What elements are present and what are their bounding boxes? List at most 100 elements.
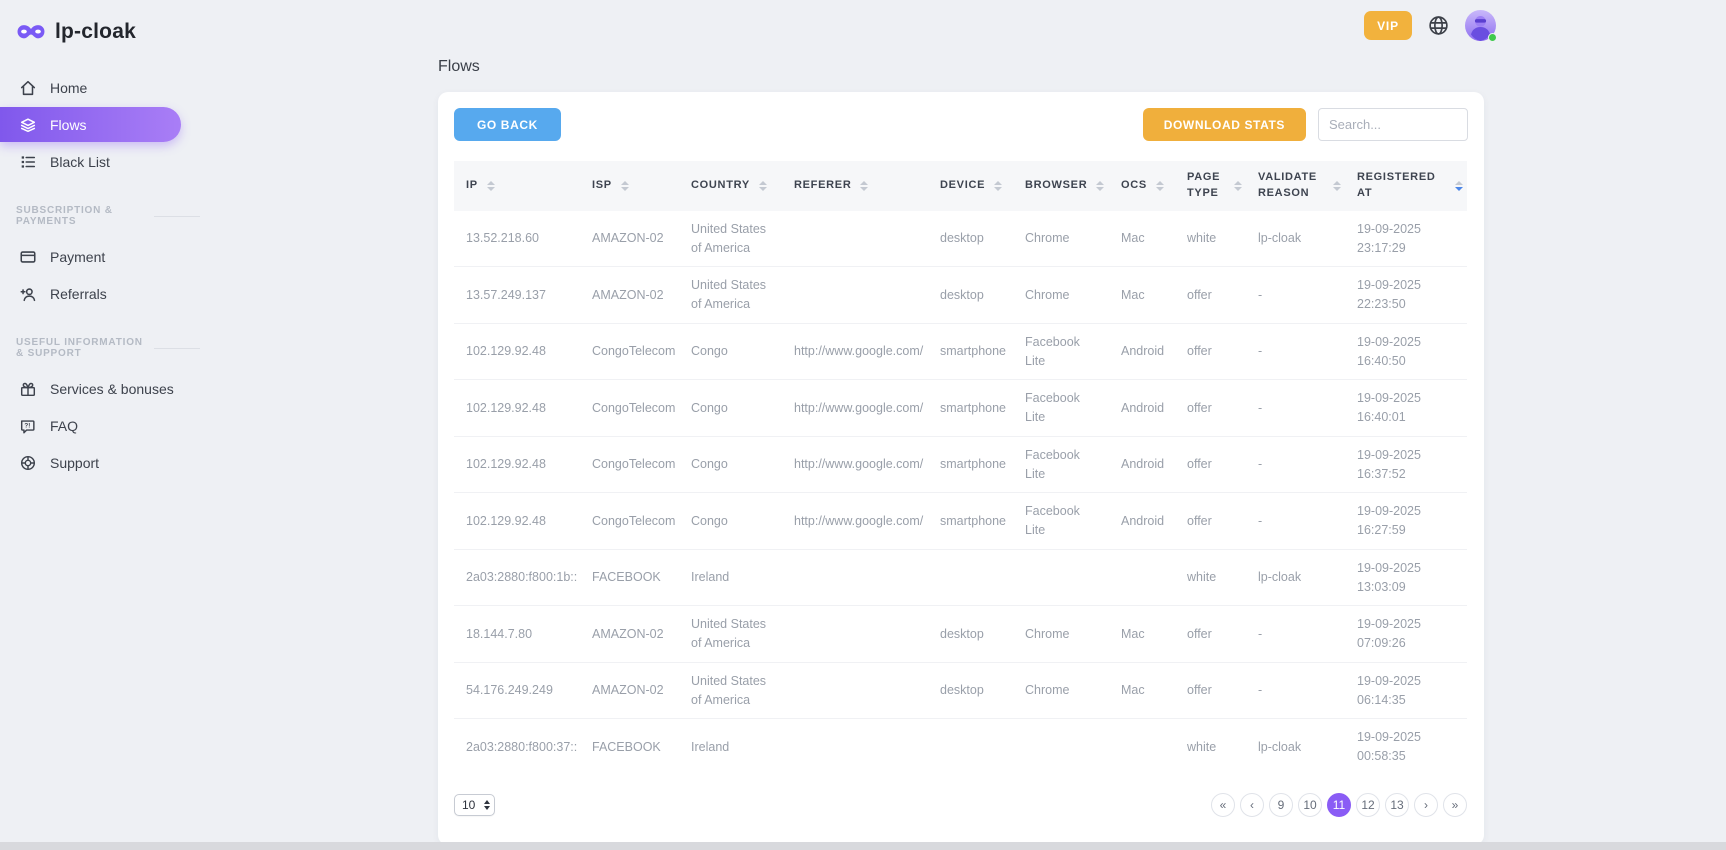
download-stats-button[interactable]: DOWNLOAD STATS bbox=[1143, 108, 1306, 141]
sort-icon[interactable] bbox=[487, 181, 495, 191]
cell-referer: http://www.google.com/ bbox=[782, 380, 928, 437]
avatar[interactable] bbox=[1465, 10, 1496, 41]
cell-referer: http://www.google.com/ bbox=[782, 436, 928, 493]
page-button-page-10[interactable]: 10 bbox=[1298, 793, 1322, 817]
cell-page_type: offer bbox=[1175, 323, 1246, 380]
page-size-select[interactable]: 10 bbox=[454, 794, 495, 816]
sort-icon[interactable] bbox=[1234, 181, 1242, 191]
sidebar-item-support[interactable]: Support bbox=[0, 445, 200, 480]
sort-icon[interactable] bbox=[994, 181, 1002, 191]
page-button-page-11[interactable]: 11 bbox=[1327, 793, 1351, 817]
column-label: PAGE TYPE bbox=[1187, 170, 1225, 202]
column-header-referer[interactable]: REFERER bbox=[782, 161, 928, 211]
sidebar-item-black-list[interactable]: Black List bbox=[0, 144, 200, 179]
search-input[interactable] bbox=[1318, 108, 1468, 141]
cell-device bbox=[928, 719, 1013, 775]
column-header-browser[interactable]: BROWSER bbox=[1013, 161, 1109, 211]
column-header-isp[interactable]: ISP bbox=[580, 161, 679, 211]
page-button-next[interactable]: › bbox=[1414, 793, 1438, 817]
cell-referer bbox=[782, 267, 928, 324]
table-row: 13.52.218.60AMAZON-02United States of Am… bbox=[454, 211, 1467, 267]
vip-button[interactable]: VIP bbox=[1364, 11, 1412, 40]
cell-isp: AMAZON-02 bbox=[580, 662, 679, 719]
sidebar: lp-cloak Home Flows Black List bbox=[0, 0, 200, 850]
cell-referer: http://www.google.com/ bbox=[782, 323, 928, 380]
sort-icon[interactable] bbox=[621, 181, 629, 191]
sort-icon[interactable] bbox=[1455, 181, 1463, 191]
page-button-first[interactable]: « bbox=[1211, 793, 1235, 817]
page-button-last[interactable]: » bbox=[1443, 793, 1467, 817]
cell-isp: FACEBOOK bbox=[580, 719, 679, 775]
cell-validate_reason: lp-cloak bbox=[1246, 549, 1345, 606]
page-button-page-12[interactable]: 12 bbox=[1356, 793, 1380, 817]
cell-page_type: white bbox=[1175, 719, 1246, 775]
cell-validate_reason: - bbox=[1246, 267, 1345, 324]
cell-country: Congo bbox=[679, 436, 782, 493]
sidebar-item-home[interactable]: Home bbox=[0, 70, 200, 105]
cell-browser bbox=[1013, 549, 1109, 606]
page-button-prev[interactable]: ‹ bbox=[1240, 793, 1264, 817]
language-globe-icon[interactable] bbox=[1427, 14, 1450, 37]
sidebar-item-flows[interactable]: Flows bbox=[0, 107, 181, 142]
sort-icon[interactable] bbox=[759, 181, 767, 191]
column-header-country[interactable]: COUNTRY bbox=[679, 161, 782, 211]
cell-registered_at: 19-09-202516:40:01 bbox=[1345, 380, 1467, 437]
cell-page_type: offer bbox=[1175, 436, 1246, 493]
brand-name: lp-cloak bbox=[55, 20, 136, 44]
cell-page_type: offer bbox=[1175, 267, 1246, 324]
cell-registered_at: 19-09-202516:27:59 bbox=[1345, 493, 1467, 550]
cell-validate_reason: lp-cloak bbox=[1246, 211, 1345, 267]
cell-registered_at: 19-09-202513:03:09 bbox=[1345, 549, 1467, 606]
window-edge bbox=[0, 842, 1726, 850]
cell-isp: CongoTelecom bbox=[580, 493, 679, 550]
table-body: 13.52.218.60AMAZON-02United States of Am… bbox=[454, 211, 1467, 775]
table-row: 102.129.92.48CongoTelecomCongohttp://www… bbox=[454, 380, 1467, 437]
cell-page_type: white bbox=[1175, 211, 1246, 267]
cell-validate_reason: - bbox=[1246, 323, 1345, 380]
cell-device: smartphone bbox=[928, 493, 1013, 550]
cell-browser: Chrome bbox=[1013, 606, 1109, 663]
sidebar-item-services[interactable]: Services & bonuses bbox=[0, 371, 200, 406]
section-label: USEFUL INFORMATION & SUPPORT bbox=[16, 337, 146, 359]
cell-ocs: Android bbox=[1109, 436, 1175, 493]
cell-browser: Chrome bbox=[1013, 267, 1109, 324]
cell-registered_at: 19-09-202516:40:50 bbox=[1345, 323, 1467, 380]
table-header-row: IPISP COUNTRY REFERERDEVICEBROWSEROCS PAGE … bbox=[454, 161, 1467, 211]
go-back-button[interactable]: GO BACK bbox=[454, 108, 561, 141]
column-header-validate-reason[interactable]: VALIDATE REASON bbox=[1246, 161, 1345, 211]
cell-registered_at: 19-09-202523:17:29 bbox=[1345, 211, 1467, 267]
sort-icon[interactable] bbox=[1333, 181, 1341, 191]
column-header-device[interactable]: DEVICE bbox=[928, 161, 1013, 211]
page-button-page-13[interactable]: 13 bbox=[1385, 793, 1409, 817]
column-label: VALIDATE REASON bbox=[1258, 170, 1324, 202]
section-label: SUBSCRIPTION & PAYMENTS bbox=[16, 205, 146, 227]
column-header-ip[interactable]: IP bbox=[454, 161, 580, 211]
cell-browser: Facebook Lite bbox=[1013, 436, 1109, 493]
brand-logo[interactable]: lp-cloak bbox=[0, 12, 200, 52]
sidebar-item-referrals[interactable]: Referrals bbox=[0, 276, 200, 311]
page-button-page-9[interactable]: 9 bbox=[1269, 793, 1293, 817]
topbar: VIP bbox=[1364, 10, 1496, 41]
main-content: Flows GO BACK DOWNLOAD STATS IPISPCOUNTR… bbox=[438, 58, 1484, 845]
cell-isp: AMAZON-02 bbox=[580, 267, 679, 324]
cell-device: desktop bbox=[928, 267, 1013, 324]
cell-registered_at: 19-09-202500:58:35 bbox=[1345, 719, 1467, 775]
sort-icon[interactable] bbox=[1156, 181, 1164, 191]
column-label: COUNTRY bbox=[691, 178, 750, 194]
sidebar-item-payment[interactable]: Payment bbox=[0, 239, 200, 274]
column-header-ocs[interactable]: OCS bbox=[1109, 161, 1175, 211]
sort-icon[interactable] bbox=[860, 181, 868, 191]
cell-country: United States of America bbox=[679, 211, 782, 267]
card-footer: 10 «‹910111213›» bbox=[454, 793, 1467, 817]
sort-icon[interactable] bbox=[1096, 181, 1104, 191]
sidebar-item-label: Services & bonuses bbox=[50, 381, 174, 397]
column-header-registered-at[interactable]: REGISTERED AT bbox=[1345, 161, 1467, 211]
column-header-page-type[interactable]: PAGE TYPE bbox=[1175, 161, 1246, 211]
mask-logo-icon bbox=[16, 23, 46, 42]
sidebar-item-faq[interactable]: ?! FAQ bbox=[0, 408, 200, 443]
cell-country: Congo bbox=[679, 380, 782, 437]
cell-isp: CongoTelecom bbox=[580, 323, 679, 380]
table-row: 102.129.92.48CongoTelecomCongohttp://www… bbox=[454, 323, 1467, 380]
cell-device: desktop bbox=[928, 662, 1013, 719]
cell-ocs: Android bbox=[1109, 380, 1175, 437]
